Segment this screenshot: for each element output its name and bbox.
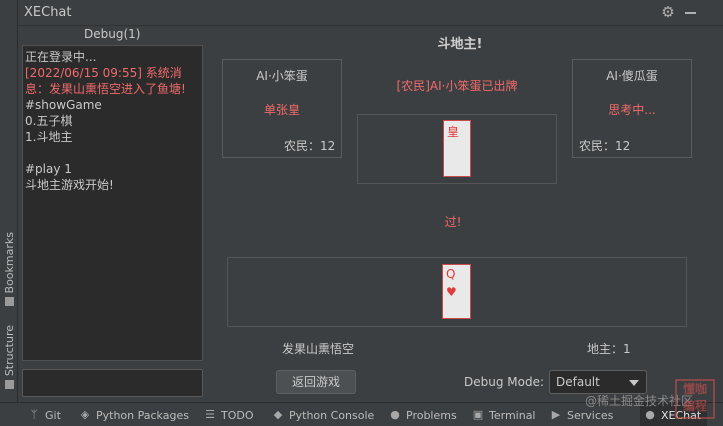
debug-log-line: 1.斗地主 [25, 130, 73, 144]
branch-icon: ᛘ [30, 408, 38, 421]
right-player-box: AI·傻瓜蛋 思考中... 农民：12 [572, 59, 692, 158]
left-player-role: 农民：12 [284, 139, 336, 153]
pass-message: 过! [444, 215, 462, 229]
structure-tab-label: Structure [2, 325, 16, 377]
bookmark-icon [4, 297, 14, 307]
python-icon: ◆ [273, 408, 283, 421]
info-icon: ● [390, 408, 400, 421]
structure-tab[interactable]: Structure [1, 325, 17, 390]
tab-terminal[interactable]: ▣ Terminal [472, 403, 536, 426]
terminal-icon: ▣ [472, 408, 484, 421]
debug-log-line: 正在登录中... [25, 50, 97, 64]
hand-card-rank: Q [446, 267, 456, 281]
back-to-game-button[interactable]: 返回游戏 [276, 370, 356, 394]
play-icon: ▶ [551, 408, 561, 421]
play-message: [农民]AI·小笨蛋已出牌 [396, 79, 518, 93]
left-tool-stripe: Bookmarks Structure [0, 0, 18, 402]
debug-log-line: [2022/06/15 09:55] 系统消息：发果山熏悟空进入了鱼塘! [25, 66, 186, 96]
heart-suit-icon: ♥ [446, 285, 457, 299]
left-player-box: AI·小笨蛋 单张皇 农民：12 [222, 59, 342, 158]
layers-icon: ◈ [80, 408, 90, 421]
left-player-name: AI·小笨蛋 [256, 69, 308, 83]
structure-icon [4, 380, 14, 390]
debug-log-line [25, 145, 200, 161]
debug-log[interactable]: 正在登录中... [2022/06/15 09:55] 系统消息：发果山熏悟空进入… [22, 45, 203, 361]
tab-todo-label: TODO [221, 408, 254, 422]
tab-git-label: Git [45, 408, 61, 422]
debug-log-line: 斗地主游戏开始! [25, 178, 114, 192]
chevron-down-icon [629, 380, 639, 386]
tab-services-label: Services [567, 408, 614, 422]
hand-cards-area: Q ♥ [227, 257, 687, 327]
tab-python-packages-label: Python Packages [96, 408, 189, 422]
left-player-status: 单张皇 [263, 103, 300, 117]
watermark-logo: 懂咖 编程 [675, 379, 715, 419]
tab-todo[interactable]: ☰ TODO [204, 403, 254, 426]
right-player-name: AI·傻瓜蛋 [606, 69, 658, 83]
hand-card[interactable]: Q ♥ [442, 264, 471, 319]
gear-icon[interactable]: ⚙ [660, 4, 676, 20]
game-title: 斗地主! [437, 37, 483, 52]
debug-log-line: #showGame [25, 98, 102, 112]
bookmarks-tab-label: Bookmarks [2, 232, 16, 294]
debug-panel-title: Debug(1) [84, 27, 141, 41]
list-icon: ☰ [205, 408, 215, 421]
debug-mode-label: Debug Mode: [464, 375, 545, 389]
self-player-role: 地主：1 [587, 342, 631, 356]
tab-python-packages[interactable]: ◈ Python Packages [79, 403, 189, 426]
chat-icon: ● [645, 408, 655, 421]
minimize-icon[interactable] [685, 12, 696, 14]
tab-git[interactable]: ᛘ Git [28, 403, 61, 426]
played-card: 皇 [443, 120, 471, 177]
debug-log-line: #play 1 [25, 162, 72, 176]
tab-problems-label: Problems [406, 408, 457, 422]
debug-mode-value: Default [556, 375, 600, 389]
debug-mode-select[interactable]: Default [549, 370, 647, 394]
right-player-status: 思考中... [608, 103, 656, 117]
window-title: XEChat [24, 5, 72, 20]
played-cards-area: 皇 [357, 114, 557, 184]
message-input[interactable] [22, 369, 203, 397]
tool-window-header: XEChat ⚙ [18, 0, 723, 26]
tab-python-console[interactable]: ◆ Python Console [272, 403, 375, 426]
played-card-rank: 皇 [447, 125, 460, 139]
tab-terminal-label: Terminal [489, 408, 536, 422]
right-player-role: 农民：12 [579, 139, 631, 153]
tab-problems[interactable]: ● Problems [389, 403, 457, 426]
debug-log-line: 0.五子棋 [25, 114, 73, 128]
tab-python-console-label: Python Console [289, 408, 375, 422]
bookmarks-tab[interactable]: Bookmarks [1, 232, 17, 307]
self-player-name: 发果山熏悟空 [282, 342, 355, 356]
